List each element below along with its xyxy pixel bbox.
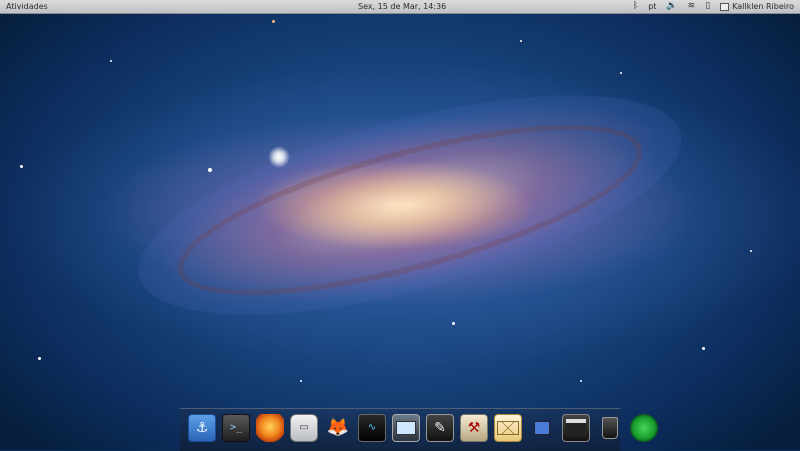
- battery-icon[interactable]: ▯: [705, 1, 710, 12]
- power-icon[interactable]: [630, 414, 658, 442]
- keyboard-layout-indicator[interactable]: pt: [648, 1, 656, 12]
- tools-icon[interactable]: ⚒: [460, 414, 488, 442]
- network-box: [534, 421, 550, 435]
- star: [38, 357, 41, 360]
- star: [620, 72, 622, 74]
- clapperboard-shape: [566, 419, 586, 437]
- star: [300, 380, 302, 382]
- dock-icons: ⚓ >_ ▭ 🦊 ∿ ✎ ⚒: [188, 414, 658, 442]
- star: [208, 168, 212, 172]
- screenshot-icon[interactable]: [392, 414, 420, 442]
- star: [750, 250, 752, 252]
- volume-icon[interactable]: 🔉: [666, 1, 677, 12]
- network-icon[interactable]: [528, 414, 556, 442]
- star: [20, 165, 23, 168]
- video-editor-icon[interactable]: [562, 414, 590, 442]
- screen-inner: [396, 421, 416, 435]
- anchor-app-icon[interactable]: ⚓: [188, 414, 216, 442]
- wifi-icon[interactable]: ≋: [688, 1, 696, 12]
- star: [580, 380, 582, 382]
- top-panel: Atividades Sex, 15 de Mar, 14:36 ᛒ pt 🔉 …: [0, 0, 800, 14]
- system-tray: ᛒ pt 🔉 ≋ ▯ Kallklen Ribeiro: [633, 0, 794, 13]
- clock[interactable]: Sex, 15 de Mar, 14:36: [358, 1, 446, 12]
- file-manager-icon[interactable]: ▭: [290, 414, 318, 442]
- star: [702, 347, 705, 350]
- user-status-icon: [720, 2, 730, 11]
- system-monitor-icon[interactable]: ∿: [358, 414, 386, 442]
- mail-icon[interactable]: [494, 414, 522, 442]
- star: [520, 40, 522, 42]
- inkscape-icon[interactable]: ✎: [426, 414, 454, 442]
- bright-star: [268, 146, 290, 168]
- user-name: Kallklen Ribeiro: [732, 2, 794, 11]
- star: [452, 322, 455, 325]
- user-menu[interactable]: Kallklen Ribeiro: [720, 1, 794, 12]
- gimp-icon[interactable]: 🦊: [324, 414, 352, 442]
- envelope-shape: [497, 421, 519, 435]
- star: [272, 20, 275, 23]
- terminal-icon[interactable]: >_: [222, 414, 250, 442]
- firefox-icon[interactable]: [256, 414, 284, 442]
- star: [110, 60, 112, 62]
- trash-icon[interactable]: [596, 414, 624, 442]
- activities-button[interactable]: Atividades: [6, 1, 48, 12]
- bluetooth-icon[interactable]: ᛒ: [633, 1, 638, 12]
- trash-can-shape: [602, 417, 618, 439]
